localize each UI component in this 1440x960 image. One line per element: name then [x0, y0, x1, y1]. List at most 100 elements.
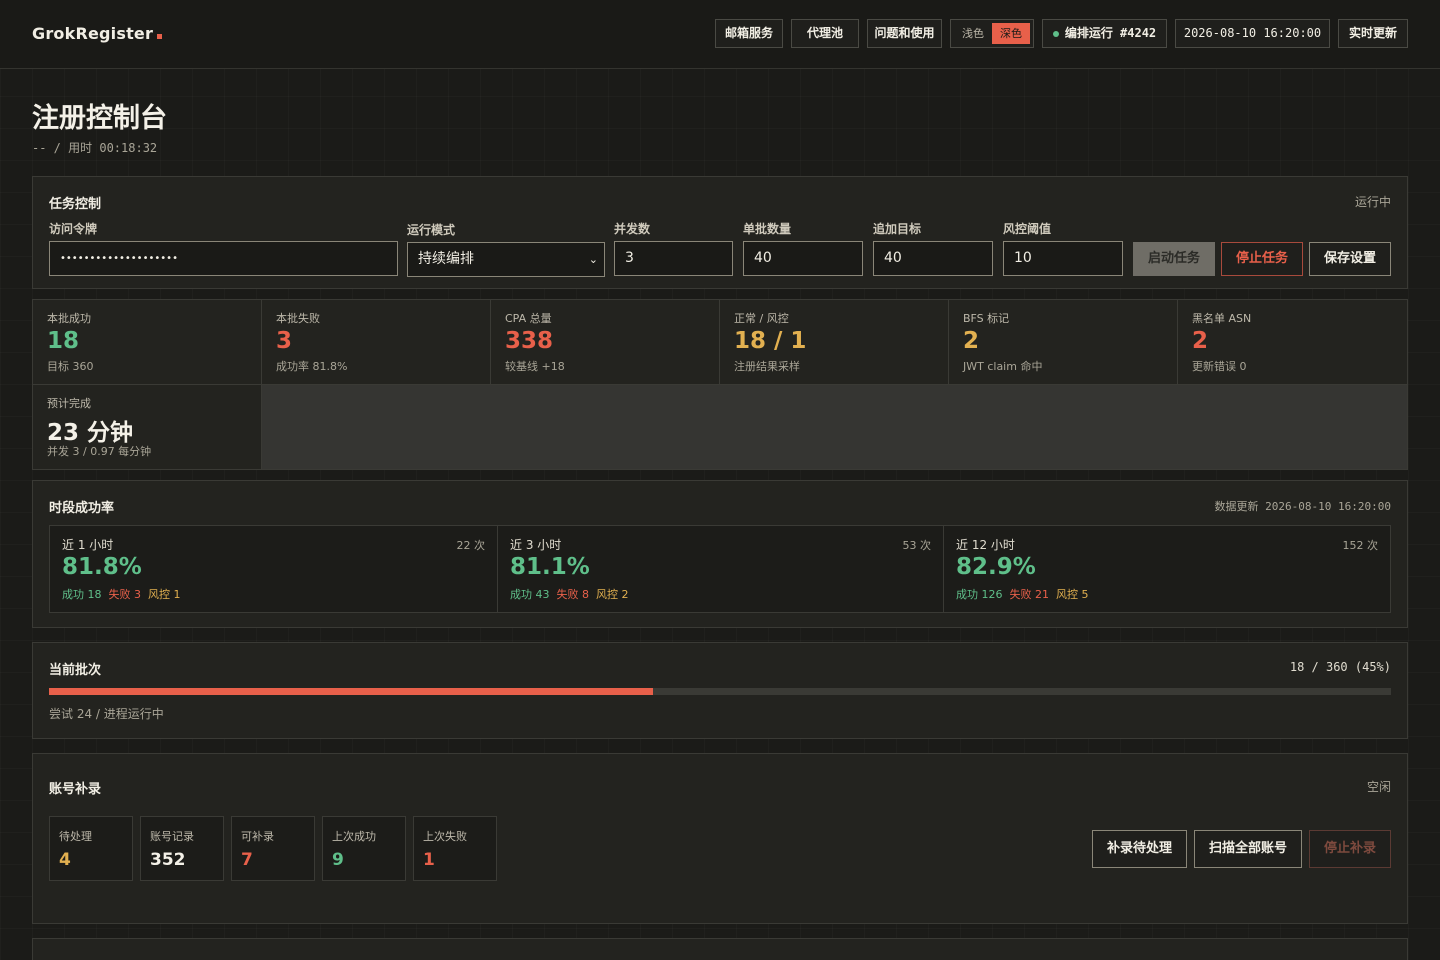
- stat-normal-risk: 正常 / 风控 18 / 1 注册结果采样: [720, 300, 948, 384]
- stop-backfill-button[interactable]: 停止补录: [1309, 830, 1391, 868]
- stat-note: JWT claim 命中: [963, 360, 1043, 373]
- rate-success: 成功 43: [510, 588, 550, 601]
- backfill-card-pending: 待处理 4: [49, 816, 133, 881]
- rate-title: 近 1 小时: [62, 538, 114, 552]
- concurrency-input[interactable]: 3: [614, 241, 733, 276]
- batch-size-input[interactable]: 40: [743, 241, 863, 276]
- rate-success: 成功 18: [62, 588, 102, 601]
- brand-dot-icon: [157, 34, 163, 39]
- stat-label: 黑名单 ASN: [1192, 312, 1252, 325]
- proxy-pool-button[interactable]: 代理池: [791, 19, 859, 48]
- start-task-button[interactable]: 启动任务: [1133, 242, 1215, 276]
- rate-card-3h: 近 3 小时 53 次 81.1% 成功 43 失败 8 风控 2: [497, 525, 944, 613]
- brand-logo[interactable]: GrokRegister: [32, 24, 163, 43]
- stats-empty-area: [262, 385, 1407, 469]
- stat-eta: 预计完成 23 分钟 并发 3 / 0.97 每分钟: [33, 385, 261, 469]
- batch-title: 当前批次: [49, 663, 102, 678]
- rate-risk: 风控 2: [596, 588, 629, 601]
- backfill-pending-button[interactable]: 补录待处理: [1092, 830, 1187, 868]
- page-subtitle: -- / 用时 00:18:32: [32, 139, 157, 156]
- stat-value: 18: [47, 328, 80, 354]
- mini-label: 账号记录: [150, 830, 194, 843]
- stat-value: 2: [963, 328, 980, 354]
- backfill-title: 账号补录: [49, 782, 102, 797]
- rate-value: 81.1%: [510, 554, 590, 580]
- live-update-button[interactable]: 实时更新: [1338, 19, 1408, 48]
- theme-dark-option[interactable]: 深色: [992, 23, 1030, 44]
- stat-bfs-flags: BFS 标记 2 JWT claim 命中: [949, 300, 1177, 384]
- rate-fail: 失败 3: [108, 588, 142, 601]
- rate-risk: 风控 1: [148, 588, 181, 601]
- help-button[interactable]: 问题和使用: [867, 19, 942, 48]
- rate-count: 22 次: [456, 539, 486, 552]
- run-label: 编排运行 #4242: [1064, 26, 1157, 40]
- concurrency-label: 并发数: [614, 222, 651, 236]
- extra-target-input[interactable]: 40: [873, 241, 993, 276]
- stat-blacklist-asn: 黑名单 ASN 2 更新错误 0: [1178, 300, 1407, 384]
- stop-task-button[interactable]: 停止任务: [1221, 242, 1303, 276]
- theme-toggle[interactable]: 浅色 深色: [950, 19, 1034, 48]
- backfill-card-last-success: 上次成功 9: [322, 816, 406, 881]
- token-input[interactable]: ••••••••••••••••••••: [49, 241, 398, 276]
- save-settings-button[interactable]: 保存设置: [1309, 242, 1391, 276]
- stat-label: CPA 总量: [505, 312, 552, 325]
- rate-success: 成功 126: [956, 588, 1003, 601]
- rates-title: 时段成功率: [49, 501, 115, 516]
- rate-value: 81.8%: [62, 554, 142, 580]
- batch-note: 尝试 24 / 进程运行中: [49, 707, 164, 721]
- risk-threshold-label: 风控阈值: [1003, 222, 1052, 236]
- stat-note: 成功率 81.8%: [276, 360, 348, 373]
- subtitle-prefix: -- / 用时: [32, 141, 100, 155]
- stat-value: 23 分钟: [47, 420, 134, 446]
- brand-name: GrokRegister: [32, 24, 154, 43]
- task-status: 运行中: [1354, 195, 1391, 209]
- stat-batch-success: 本批成功 18 目标 360: [33, 300, 261, 384]
- mini-label: 上次成功: [332, 830, 376, 843]
- mini-value: 4: [59, 850, 71, 870]
- next-panel: [32, 938, 1408, 960]
- chevron-down-icon: ⌄: [588, 253, 598, 266]
- rate-detail: 成功 43 失败 8 风控 2: [510, 586, 636, 602]
- stat-label: 正常 / 风控: [734, 312, 789, 325]
- top-bar: GrokRegister 邮箱服务 代理池 问题和使用 浅色 深色 编排运行 #…: [0, 0, 1440, 69]
- stat-label: 预计完成: [47, 397, 91, 410]
- success-rate-panel: 时段成功率 数据更新 2026-08-10 16:20:00 近 1 小时 22…: [32, 480, 1408, 628]
- stat-note: 注册结果采样: [734, 360, 800, 373]
- mini-label: 待处理: [59, 830, 92, 843]
- rate-value: 82.9%: [956, 554, 1036, 580]
- batch-size-label: 单批数量: [743, 222, 792, 236]
- theme-light-option[interactable]: 浅色: [954, 23, 992, 44]
- batch-progress-bar: [49, 688, 1391, 695]
- mini-value: 1: [423, 850, 435, 870]
- account-backfill-panel: 账号补录 空闲 待处理 4 账号记录 352 可补录 7 上次成功 9 上次失败…: [32, 753, 1408, 924]
- page-title: 注册控制台: [32, 103, 167, 134]
- mode-label: 运行模式: [407, 223, 456, 237]
- token-label: 访问令牌: [49, 222, 98, 236]
- stat-cpa-total: CPA 总量 338 较基线 +18: [491, 300, 719, 384]
- batch-progress-fill: [49, 688, 653, 695]
- stat-value: 18 / 1: [734, 328, 807, 354]
- run-status-badge: 编排运行 #4242: [1042, 19, 1167, 48]
- task-control-panel: 任务控制 运行中 访问令牌 •••••••••••••••••••• 运行模式 …: [32, 176, 1408, 289]
- rate-detail: 成功 18 失败 3 风控 1: [62, 586, 188, 602]
- mode-select-value: 持续编排: [418, 251, 474, 267]
- stat-label: 本批失败: [276, 312, 320, 325]
- backfill-card-last-fail: 上次失败 1: [413, 816, 497, 881]
- stat-value: 338: [505, 328, 554, 354]
- mode-select[interactable]: 持续编排 ⌄: [407, 242, 605, 277]
- stat-note: 较基线 +18: [505, 360, 565, 373]
- rate-detail: 成功 126 失败 21 风控 5: [956, 586, 1096, 602]
- rate-title: 近 3 小时: [510, 538, 562, 552]
- rate-fail: 失败 21: [1009, 588, 1050, 601]
- mail-service-button[interactable]: 邮箱服务: [715, 19, 783, 48]
- scan-all-accounts-button[interactable]: 扫描全部账号: [1194, 830, 1302, 868]
- rate-fail: 失败 8: [556, 588, 590, 601]
- rate-count: 53 次: [902, 539, 932, 552]
- risk-threshold-input[interactable]: 10: [1003, 241, 1123, 276]
- extra-target-label: 追加目标: [873, 222, 922, 236]
- stats-grid: 本批成功 18 目标 360 本批失败 3 成功率 81.8% CPA 总量 3…: [32, 299, 1408, 470]
- status-dot-icon: [1052, 30, 1059, 37]
- mini-label: 上次失败: [423, 830, 467, 843]
- stat-note: 目标 360: [47, 360, 94, 373]
- stat-batch-fail: 本批失败 3 成功率 81.8%: [262, 300, 490, 384]
